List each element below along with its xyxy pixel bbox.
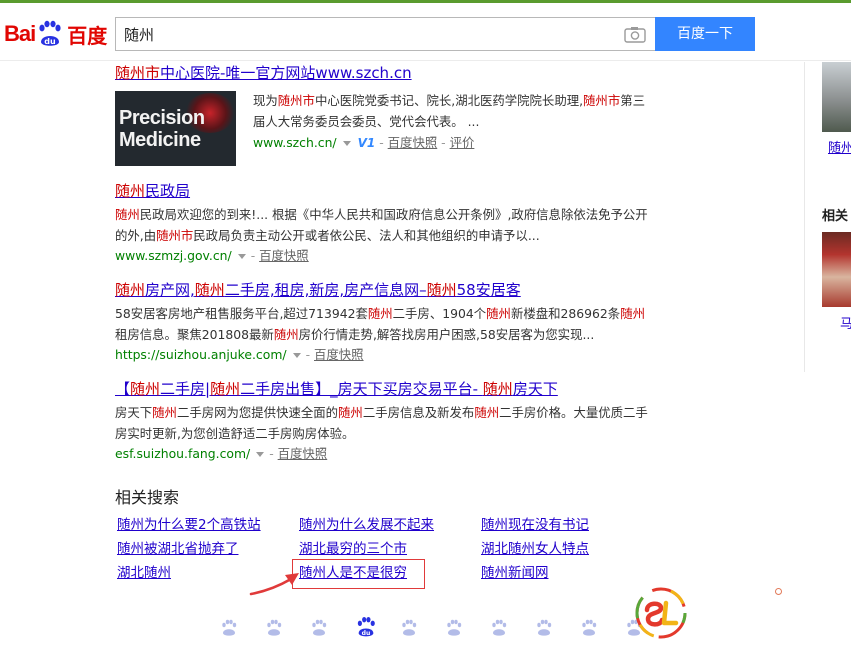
result-url[interactable]: https://suizhou.anjuke.com/ xyxy=(115,347,287,362)
result-url[interactable]: www.szch.cn/ xyxy=(253,135,337,150)
related-heading: 相关搜索 xyxy=(115,488,180,507)
result-abstract: 58安居客房地产租售服务平台,超过713942套随州二手房、1904个随州新楼盘… xyxy=(115,306,645,342)
result-title-link[interactable]: 【随州二手房|随州二手房出售】_房天下买房交易平台- 随州房天下 xyxy=(115,378,675,400)
current-page-label: du xyxy=(362,630,371,637)
site-watermark-logo xyxy=(635,587,687,639)
page-paw-icon[interactable] xyxy=(445,619,463,637)
page-paw-icon[interactable] xyxy=(265,619,283,637)
result-url-line: www.szmzj.gov.cn/- 百度快照 xyxy=(115,248,309,263)
page-paw-icon[interactable] xyxy=(220,619,238,637)
result-item: 随州市中心医院-唯一官方网站www.szch.cn Precision Medi… xyxy=(115,62,675,166)
page-paw-icon[interactable] xyxy=(535,619,553,637)
sidebar-link[interactable]: 随州 xyxy=(828,137,851,156)
dropdown-icon[interactable] xyxy=(342,140,351,146)
related-searches: 相关搜索 随州为什么要2个高铁站 随州为什么发展不起来 随州现在没有书记 随州被… xyxy=(115,488,675,581)
dropdown-icon[interactable] xyxy=(256,451,265,457)
related-link[interactable]: 湖北随州 xyxy=(117,564,171,582)
related-link[interactable]: 随州被湖北省抛弃了 xyxy=(117,540,239,558)
result-abstract: 房天下随州二手房网为您提供快速全面的随州二手房信息及新发布随州二手房价格。大量优… xyxy=(115,405,648,441)
search-header: Bai du 百度 百度一下 xyxy=(0,3,851,61)
related-link[interactable]: 湖北最穷的三个市 xyxy=(299,540,407,558)
page-paw-icon[interactable] xyxy=(490,619,508,637)
result-item: 随州民政局 随州民政局欢迎您的到来!... 根据《中华人民共和国政府信息公开条例… xyxy=(115,180,675,266)
dropdown-icon[interactable] xyxy=(237,253,246,259)
annotation-arrow-icon xyxy=(249,573,299,596)
snapshot-link[interactable]: 百度快照 xyxy=(314,347,364,362)
snapshot-link[interactable]: 百度快照 xyxy=(278,446,328,461)
page-paw-icon[interactable] xyxy=(580,619,598,637)
result-title-link[interactable]: 随州民政局 xyxy=(115,180,675,202)
snapshot-link[interactable]: 百度快照 xyxy=(388,135,438,150)
sidebar-heading: 相关 xyxy=(822,209,849,224)
review-link[interactable]: 评价 xyxy=(450,135,475,150)
result-abstract: 现为随州市中心医院党委书记、院长,湖北医药学院院长助理,随州市第三届人大常务委员… xyxy=(253,93,645,129)
related-link[interactable]: 随州为什么要2个高铁站 xyxy=(117,516,261,534)
related-link[interactable]: 随州新闻网 xyxy=(481,564,549,582)
thumbnail-text-2: Medicine xyxy=(119,129,201,151)
result-url-line: https://suizhou.anjuke.com/- 百度快照 xyxy=(115,347,364,362)
sidebar-image[interactable] xyxy=(822,62,851,132)
sidebar-divider xyxy=(804,62,805,372)
baidu-logo[interactable]: Bai du 百度 xyxy=(4,17,107,51)
paw-icon: du xyxy=(36,20,64,48)
sidebar-person-image[interactable] xyxy=(822,232,851,307)
page-paw-icon[interactable] xyxy=(310,619,328,637)
result-title-link[interactable]: 随州房产网,随州二手房,租房,新房,房产信息网–随州58安居客 xyxy=(115,279,675,301)
current-page-paw-icon[interactable]: du xyxy=(355,616,377,638)
result-item: 随州房产网,随州二手房,租房,新房,房产信息网–随州58安居客 58安居客房地产… xyxy=(115,279,675,365)
pagination: du xyxy=(220,615,642,645)
page-paw-icon[interactable] xyxy=(400,619,418,637)
related-link[interactable]: 湖北随州女人特点 xyxy=(481,540,589,558)
result-abstract: 随州民政局欢迎您的到来!... 根据《中华人民共和国政府信息公开条例》,政府信息… xyxy=(115,207,648,243)
corner-dot xyxy=(775,588,782,595)
result-url-line: esf.suizhou.fang.com/- 百度快照 xyxy=(115,446,328,461)
search-button[interactable]: 百度一下 xyxy=(655,17,755,51)
logo-du-text: du xyxy=(45,37,57,46)
sidebar-person-link[interactable]: 马 xyxy=(840,313,851,332)
verified-badge-icon[interactable]: V1 xyxy=(358,136,376,150)
related-link[interactable]: 随州为什么发展不起来 xyxy=(299,516,434,534)
related-link[interactable]: 随州现在没有书记 xyxy=(481,516,589,534)
logo-cn-text: 百度 xyxy=(67,23,108,48)
dropdown-icon[interactable] xyxy=(292,352,301,358)
result-thumbnail[interactable]: Precision Medicine xyxy=(115,91,236,166)
result-url-line: www.szch.cn/V1- 百度快照 - 评价 xyxy=(253,135,475,150)
snapshot-link[interactable]: 百度快照 xyxy=(259,248,309,263)
camera-icon[interactable] xyxy=(624,26,646,43)
result-item: 【随州二手房|随州二手房出售】_房天下买房交易平台- 随州房天下 房天下随州二手… xyxy=(115,378,675,464)
result-url[interactable]: www.szmzj.gov.cn/ xyxy=(115,248,232,263)
search-box xyxy=(115,17,656,51)
search-input[interactable] xyxy=(116,18,606,50)
thumbnail-text-1: Precision xyxy=(119,107,205,129)
annotation-highlight-box xyxy=(292,559,425,589)
logo-bai-text: Bai xyxy=(4,21,36,46)
result-url[interactable]: esf.suizhou.fang.com/ xyxy=(115,446,250,461)
result-title-link[interactable]: 随州市中心医院-唯一官方网站www.szch.cn xyxy=(115,62,675,84)
